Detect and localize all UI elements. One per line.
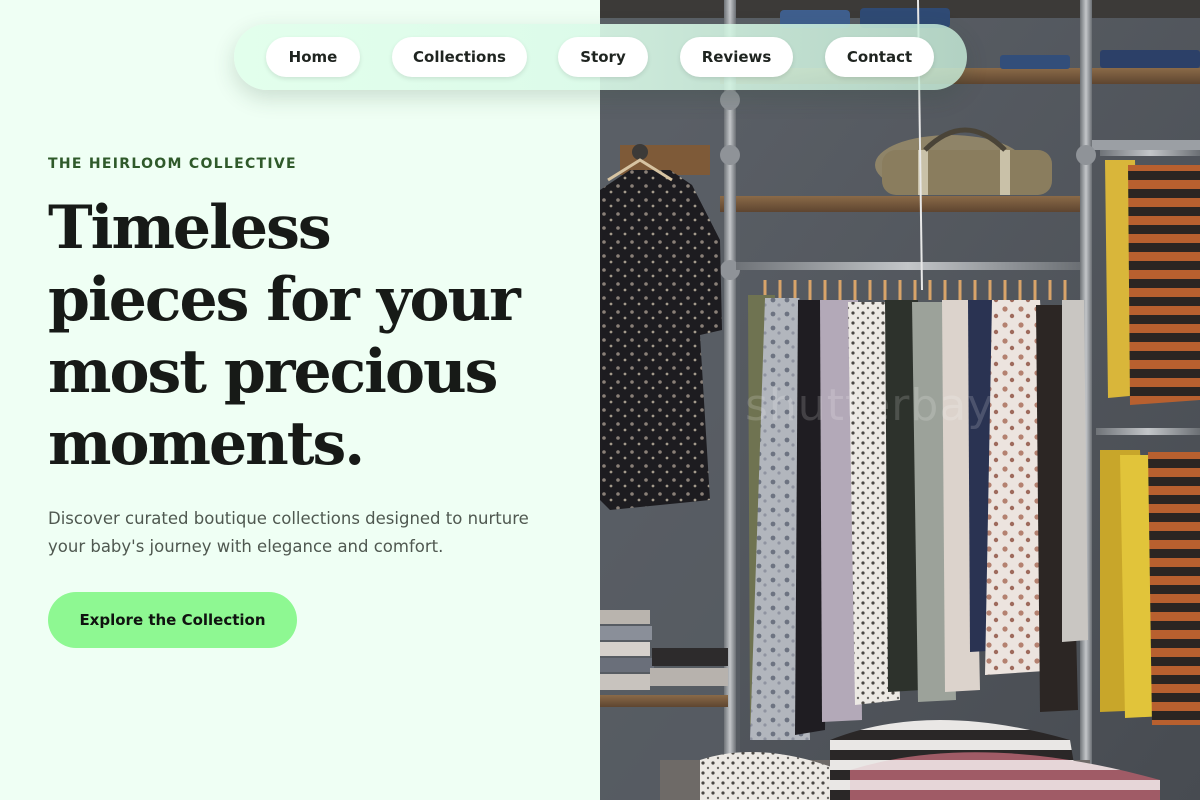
headline-line: moments.	[48, 409, 365, 479]
brand-eyebrow: THE HEIRLOOM COLLECTIVE	[48, 156, 297, 172]
nav-home-button[interactable]: Home	[266, 37, 360, 77]
nav-reviews-button[interactable]: Reviews	[680, 37, 793, 77]
hero-headline: Timeless pieces for your most precious m…	[48, 192, 588, 480]
explore-collection-button[interactable]: Explore the Collection	[48, 592, 297, 648]
main-navigation: Home Collections Story Reviews Contact	[234, 24, 967, 90]
nav-collections-button[interactable]: Collections	[392, 37, 527, 77]
nav-story-button[interactable]: Story	[558, 37, 648, 77]
headline-line: pieces for your	[48, 265, 521, 335]
hero-description: Discover curated boutique collections de…	[48, 509, 529, 556]
hero-section: THE HEIRLOOM COLLECTIVE Timeless pieces …	[0, 0, 600, 800]
headline-line: most precious	[48, 337, 498, 407]
nav-contact-button[interactable]: Contact	[825, 37, 934, 77]
boutique-photo: shutterbay	[600, 0, 1200, 800]
headline-line: Timeless	[48, 193, 332, 263]
photo-watermark: shutterbay	[745, 380, 995, 431]
